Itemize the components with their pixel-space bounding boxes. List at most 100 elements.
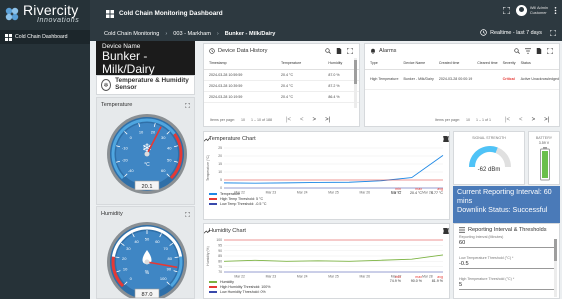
gauge-title: Humidity xyxy=(101,211,123,217)
alarm-icon xyxy=(371,48,375,54)
chart-legend: Temperature High Temp Threshold: 5 °C Lo… xyxy=(209,192,266,207)
time-range-label: Realtime - last 7 days xyxy=(490,29,542,36)
table-row[interactable]: High Temperature Bunker - Milk/Dairy 202… xyxy=(365,69,559,90)
table-row[interactable]: 2024-03-28 10:39:59 20.4 °C 87.2 % xyxy=(204,80,359,92)
column-header[interactable]: Temperature xyxy=(276,58,324,70)
top-bar: Cold Chain Monitoring Dashboard Will Adm… xyxy=(90,0,562,41)
page-size-select[interactable]: 10 xyxy=(241,118,245,122)
y-axis-label: Humidity (%) xyxy=(206,246,210,265)
column-header[interactable]: Type xyxy=(365,58,399,70)
filter-icon[interactable] xyxy=(525,48,531,54)
next-page-button[interactable]: > xyxy=(313,117,317,123)
column-header[interactable]: Cleared time xyxy=(472,58,498,70)
chart-legend: Humidity High Humidity Threshold: 100% L… xyxy=(209,280,270,295)
table-row[interactable]: 2024-03-28 10:19:59 20.4 °C 86.4 % xyxy=(204,91,359,103)
column-header[interactable]: Status xyxy=(515,58,559,70)
gauge-value: 87.0 xyxy=(142,292,153,298)
gauge-tick-label: 70 xyxy=(163,246,168,251)
y-tick-label: 85 xyxy=(218,254,222,258)
battery-label: BATTERY xyxy=(535,136,553,140)
signal-gauge xyxy=(469,146,511,168)
prev-page-button[interactable]: < xyxy=(300,117,304,123)
fullscreen-icon[interactable] xyxy=(185,103,190,108)
gauge-tick-label: 30 xyxy=(161,135,166,140)
signal-label: SIGNAL STRENGTH xyxy=(472,136,506,140)
prev-page-button[interactable]: < xyxy=(519,117,523,123)
gauge-tick-label: 40 xyxy=(167,146,172,151)
scrollbar[interactable] xyxy=(554,239,557,297)
list-icon xyxy=(459,227,465,233)
y-tick-label: 15 xyxy=(218,162,222,166)
column-header[interactable]: Device Name xyxy=(398,58,434,70)
high-temp-threshold-input[interactable]: 5 xyxy=(459,281,554,290)
x-tick-label: Mar 24 xyxy=(297,191,308,195)
y-tick-label: 5 xyxy=(220,178,222,182)
gauge-tick-label: 10 xyxy=(139,129,144,134)
table-row[interactable]: 2024-03-28 10:59:59 20.4 °C 87.0 % xyxy=(204,69,359,81)
column-header[interactable]: Created time xyxy=(433,58,473,70)
humidity-line-chart[interactable]: 707580 859095 100 Humidity (%) Mar 22 Mar 23 M… xyxy=(204,237,449,279)
battery-card: BATTERY 3.59 V xyxy=(528,131,560,185)
reporting-interval-input[interactable]: 60 xyxy=(459,239,554,248)
last-page-button[interactable]: >| xyxy=(544,117,549,123)
first-page-button[interactable]: |< xyxy=(286,117,291,123)
search-icon[interactable] xyxy=(514,48,520,54)
breadcrumb-item[interactable]: 003 - Markham xyxy=(173,31,211,37)
fullscreen-icon[interactable] xyxy=(443,136,449,142)
signal-value: -62 dBm xyxy=(477,167,501,173)
fullscreen-icon[interactable] xyxy=(443,228,449,234)
table-cell: 2024-03-28 10:39:59 xyxy=(204,80,277,92)
brand-logo[interactable]: Rivercity Innovations xyxy=(0,0,90,27)
last-page-button[interactable]: >| xyxy=(325,117,330,123)
download-icon[interactable] xyxy=(336,48,342,54)
download-icon[interactable] xyxy=(536,48,542,54)
signal-strength-card: SIGNAL STRENGTH -62 dBm xyxy=(453,131,525,185)
gauge-tick-label: 20 xyxy=(151,129,156,134)
sidebar-item-cold-chain-dashboard[interactable]: Cold Chain Dashboard xyxy=(0,30,90,44)
next-page-button[interactable]: > xyxy=(532,117,536,123)
gauge-tick-label: 100 xyxy=(160,276,167,281)
x-tick-label: Mar 23 xyxy=(266,191,277,195)
table-cell: 2024-03-28 10:59:59 xyxy=(204,69,277,81)
x-tick-label: Mar 23 xyxy=(266,275,277,279)
legend-item[interactable]: Low Temp Threshold: -0.5 °C xyxy=(209,202,266,207)
fullscreen-icon[interactable] xyxy=(502,7,510,14)
low-temp-threshold-input[interactable]: -0.5 xyxy=(459,260,554,269)
more-vert-icon[interactable] xyxy=(553,6,558,15)
fullscreen-icon[interactable] xyxy=(550,29,556,36)
signal-fill xyxy=(469,146,498,168)
fullscreen-icon[interactable] xyxy=(185,212,190,217)
first-page-button[interactable]: |< xyxy=(505,117,510,123)
gauge-tick-label: 60 xyxy=(161,168,166,173)
breadcrumb-item[interactable]: Cold Chain Monitoring xyxy=(104,31,159,37)
card-title: Alarms xyxy=(379,48,397,54)
brand-tagline: Innovations xyxy=(37,17,80,24)
device-data-history-card: Device Data History Timestamp Temperatur… xyxy=(203,43,360,127)
avatar[interactable] xyxy=(515,5,527,16)
y-tick-label: 95 xyxy=(218,244,222,248)
dashboard-icon xyxy=(106,9,114,18)
fullscreen-icon[interactable] xyxy=(347,48,353,54)
gauge-tick-label: 60 xyxy=(155,239,160,244)
fullscreen-icon[interactable] xyxy=(547,48,553,54)
legend-item[interactable]: Low Humidity Threshold: 0% xyxy=(209,290,270,295)
search-icon[interactable] xyxy=(325,48,331,54)
column-header[interactable]: Severity xyxy=(497,58,516,70)
table-cell: High Temperature xyxy=(365,69,399,90)
history-table: Timestamp Temperature Humidity 2024-03-2… xyxy=(204,58,359,103)
logo-icon xyxy=(5,7,19,20)
user-info[interactable]: Will Admin Customer xyxy=(530,5,548,15)
gauge-tick-label: -40 xyxy=(128,168,135,173)
scrollbar[interactable] xyxy=(354,58,357,108)
trend-icon xyxy=(204,228,210,234)
y-tick-label: 70 xyxy=(218,270,222,274)
breadcrumb-item-current: Bunker - Milk/Dairy xyxy=(224,31,276,37)
card-title: Temperature Chart xyxy=(209,135,256,142)
column-header[interactable]: Timestamp xyxy=(204,58,277,70)
page-size-select[interactable]: 10 xyxy=(466,118,470,122)
history-icon xyxy=(209,48,215,54)
gauge-tick-label: -20 xyxy=(122,157,129,162)
series-line xyxy=(223,154,444,184)
gauge-title: Temperature xyxy=(101,102,133,108)
time-range-selector[interactable]: Realtime - last 7 days xyxy=(480,29,556,36)
